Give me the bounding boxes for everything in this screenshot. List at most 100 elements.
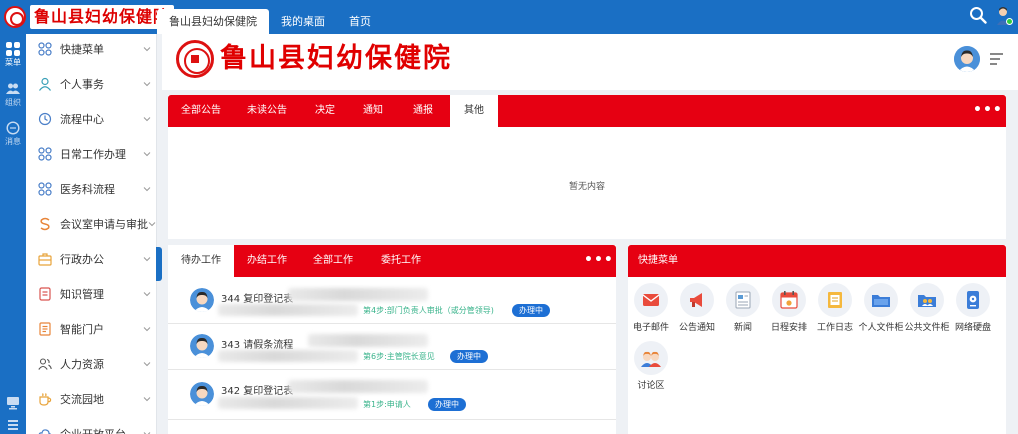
quick-menu-title: 快捷菜单	[638, 255, 678, 266]
redacted-text	[288, 288, 428, 301]
menu-item-meeting-room[interactable]: 会议室申请与审批	[26, 206, 157, 241]
icon-rail: 菜单 组织 消息	[0, 34, 26, 434]
menu-item-medical-flow[interactable]: 医务科流程	[26, 171, 157, 206]
quick-item-public-files[interactable]: 公共文件柜	[902, 283, 952, 333]
redacted-text	[288, 380, 428, 393]
redacted-text	[218, 350, 358, 362]
table-row[interactable]: 344 复印登记表 第4步:部门负责人审批（或分管领导) 办理中	[168, 278, 616, 324]
redacted-text	[218, 304, 358, 316]
folder-icon	[872, 295, 890, 307]
tab-all-work[interactable]: 全部工作	[302, 245, 364, 277]
rail-item-menu[interactable]: 菜单	[0, 42, 26, 68]
tab-decisions[interactable]: 决定	[306, 95, 344, 127]
tab-home[interactable]: 首页	[337, 9, 383, 34]
menu-item-hr[interactable]: 人力资源	[26, 346, 157, 381]
tab-delegated-work[interactable]: 委托工作	[370, 245, 432, 277]
briefcase-icon	[38, 252, 52, 266]
quick-item-notice[interactable]: 公告通知	[672, 283, 722, 333]
mail-icon	[642, 294, 660, 306]
table-row[interactable]: 342 复印登记表 第1步:申请人 办理中	[168, 370, 616, 420]
menu-item-knowledge[interactable]: 知识管理	[26, 276, 157, 311]
chevron-down-icon	[143, 46, 151, 51]
menu-item-quick-menu[interactable]: 快捷菜单	[26, 31, 157, 66]
rail-label: 菜单	[5, 58, 21, 67]
quick-item-worklog[interactable]: 工作日志	[810, 283, 860, 333]
quick-item-personal-files[interactable]: 个人文件柜	[856, 283, 906, 333]
chevron-down-icon	[143, 116, 151, 121]
menu-item-portal[interactable]: 智能门户	[26, 311, 157, 346]
tab-circulars[interactable]: 通报	[404, 95, 442, 127]
tab-hospital[interactable]: 鲁山县妇幼保健院	[157, 9, 269, 34]
shared-folder-icon	[918, 295, 936, 307]
chevron-down-icon	[143, 361, 151, 366]
main-content: 鲁山县妇幼保健院 全部公告 未读公告 决定 通知 通报 其他 ••• 暂无内容 …	[162, 34, 1018, 434]
menu-item-forum[interactable]: 交流园地	[26, 381, 157, 416]
people-icon	[38, 357, 52, 370]
quick-item-news[interactable]: 新闻	[718, 283, 768, 333]
tab-finished-work[interactable]: 办结工作	[238, 245, 296, 277]
notice-more-button[interactable]: •••	[973, 95, 1003, 127]
menu-item-admin-office[interactable]: 行政办公	[26, 241, 157, 276]
notice-panel: 全部公告 未读公告 决定 通知 通报 其他 ••• 暂无内容	[168, 95, 1006, 239]
user-avatar-icon	[954, 46, 980, 72]
status-badge: 办理中	[450, 350, 488, 363]
menu-item-daily-work[interactable]: 日常工作办理	[26, 136, 157, 171]
tab-notifications[interactable]: 通知	[354, 95, 392, 127]
work-panel: 待办工作 办结工作 全部工作 委托工作 ••• 344 复印登记表 第4步:部门…	[168, 245, 616, 434]
tab-all-notices[interactable]: 全部公告	[172, 95, 230, 127]
tab-my-desktop[interactable]: 我的桌面	[269, 9, 337, 34]
log-icon	[828, 292, 842, 308]
avatar[interactable]	[954, 46, 980, 72]
row-title: 343 请假条流程	[221, 340, 294, 351]
avatar	[190, 288, 214, 312]
list-icon[interactable]	[6, 418, 20, 432]
hospital-brand: 鲁山县妇幼保健院	[176, 40, 452, 78]
tab-unread-notices[interactable]: 未读公告	[238, 95, 296, 127]
avatar	[190, 382, 214, 406]
user-avatar-icon	[190, 382, 214, 406]
quick-menu-panel: 快捷菜单 电子邮件 公告通知 新闻 日程安排 工作日志 个人文件柜 公共文件柜 …	[628, 245, 1006, 434]
monitor-icon[interactable]	[6, 396, 20, 410]
chevron-down-icon	[143, 151, 151, 156]
table-row[interactable]: 343 请假条流程 第6步:主管院长意见 办理中	[168, 324, 616, 370]
quick-menu-header: 快捷菜单	[628, 245, 1006, 277]
row-step: 第6步:主管院长意见	[363, 352, 435, 361]
menu-lines-icon[interactable]	[988, 51, 1004, 67]
work-more-button[interactable]: •••	[584, 245, 614, 277]
doc-icon	[39, 321, 51, 336]
person-icon	[39, 77, 51, 91]
menu-item-personal[interactable]: 个人事务	[26, 66, 157, 101]
quick-item-email[interactable]: 电子邮件	[626, 283, 676, 333]
rail-label: 消息	[5, 137, 21, 146]
quick-item-net-disk[interactable]: 网络硬盘	[948, 283, 998, 333]
cloud-icon	[38, 428, 52, 434]
chevron-down-icon	[143, 256, 151, 261]
work-tab-bar: 待办工作 办结工作 全部工作 委托工作 •••	[168, 245, 616, 277]
user-avatar-icon	[190, 288, 214, 312]
top-logo: 鲁山县妇幼保健院	[4, 4, 175, 30]
window-tabs: 鲁山县妇幼保健院 我的桌面 首页	[157, 9, 383, 34]
user-status-icon[interactable]	[995, 6, 1013, 26]
status-badge: 办理中	[512, 304, 550, 317]
menu-item-process-center[interactable]: 流程中心	[26, 101, 157, 136]
avatar	[190, 334, 214, 358]
row-step: 第4步:部门负责人审批（或分管领导)	[363, 306, 494, 315]
megaphone-icon	[690, 293, 702, 307]
rail-item-messages[interactable]: 消息	[0, 121, 26, 147]
user-avatar-icon	[190, 334, 214, 358]
menu-item-open-platform[interactable]: 企业开放平台	[26, 416, 157, 434]
chevron-down-icon	[143, 186, 151, 191]
hospital-seal-icon	[176, 40, 214, 78]
empty-state-text: 暂无内容	[568, 182, 605, 192]
notice-tab-bar: 全部公告 未读公告 决定 通知 通报 其他 •••	[168, 95, 1006, 127]
side-menu: 快捷菜单 个人事务 流程中心 日常工作办理 医务科流程 会议室申请与审批 行政办…	[26, 34, 157, 434]
tab-others[interactable]: 其他	[450, 95, 498, 127]
redacted-text	[308, 334, 428, 347]
quick-item-discussion[interactable]: 讨论区	[626, 341, 676, 391]
rail-item-org[interactable]: 组织	[0, 82, 26, 108]
tab-pending-work[interactable]: 待办工作	[168, 245, 234, 277]
s-icon	[40, 217, 50, 230]
redacted-text	[218, 397, 358, 409]
quick-item-schedule[interactable]: 日程安排	[764, 283, 814, 333]
search-icon[interactable]	[969, 6, 987, 24]
